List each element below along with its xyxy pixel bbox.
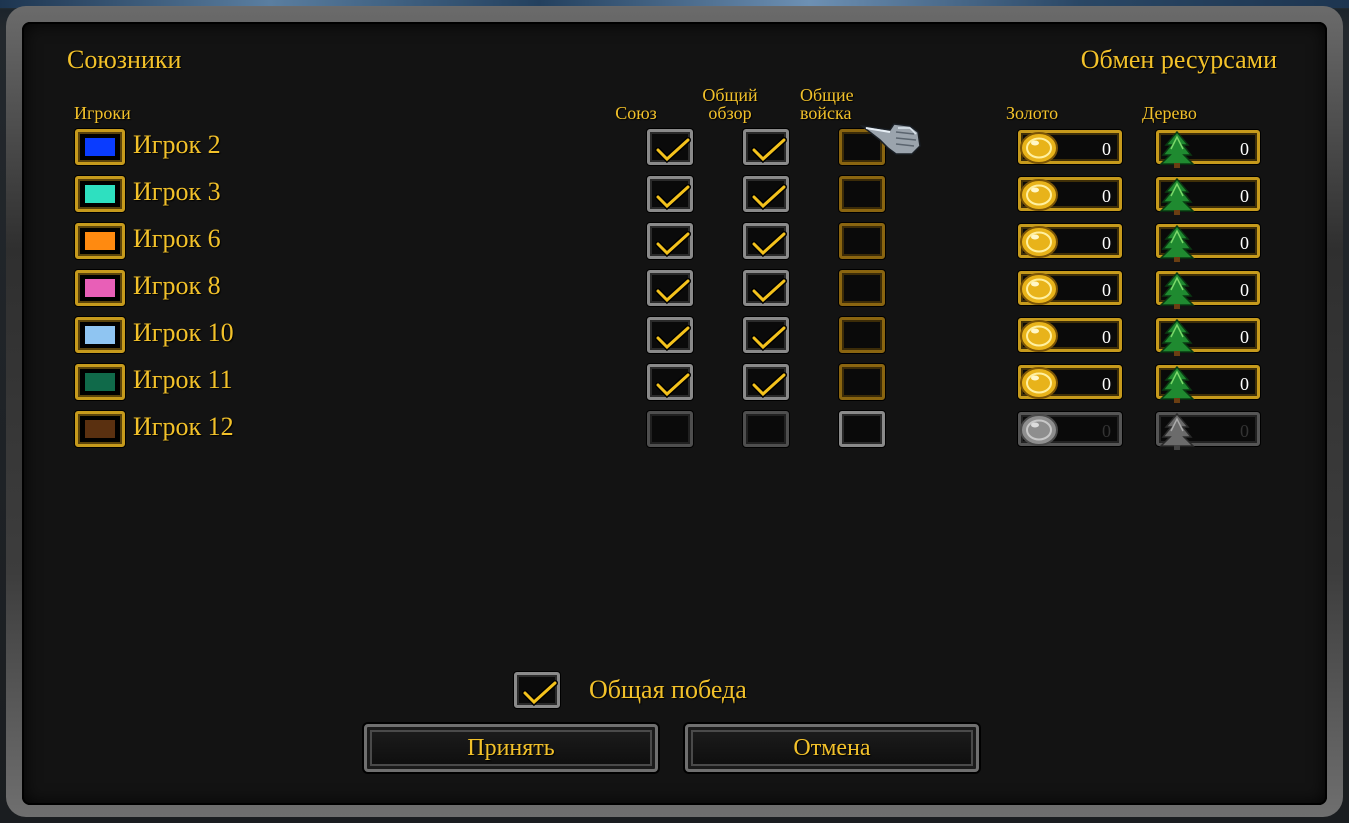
gold-amount-field[interactable]: 0 — [1018, 177, 1122, 211]
gold-amount-value: 0 — [1102, 421, 1111, 441]
gold-amount-field[interactable]: 0 — [1018, 130, 1122, 164]
player-color-fill — [85, 279, 115, 297]
lumber-amount-field: 0 — [1156, 412, 1260, 450]
alliance-checkbox[interactable] — [647, 270, 693, 306]
shared-units-header-line1: Общие — [800, 85, 854, 105]
shared-units-checkbox[interactable] — [839, 364, 885, 400]
gold-amount-field: 0 — [1018, 412, 1122, 446]
shared-victory-checkbox[interactable] — [514, 672, 560, 708]
tree-icon — [1157, 270, 1197, 315]
player-color-swatch — [75, 364, 125, 400]
player-name: Игрок 2 — [133, 130, 221, 159]
gold-amount-value: 0 — [1102, 280, 1111, 300]
lumber-amount-field[interactable]: 0 — [1156, 130, 1260, 168]
player-name: Игрок 12 — [133, 412, 234, 441]
player-name: Игрок 10 — [133, 318, 234, 347]
gold-amount-value: 0 — [1102, 139, 1111, 159]
player-color-fill — [85, 326, 115, 344]
player-name: Игрок 8 — [133, 271, 221, 300]
tree-icon — [1157, 364, 1197, 409]
allies-title: Союзники — [67, 45, 182, 74]
gold-coin-icon — [1019, 176, 1059, 219]
lumber-amount-value: 0 — [1240, 327, 1249, 347]
shared-vision-checkbox[interactable] — [743, 176, 789, 212]
player-color-fill — [85, 138, 115, 156]
lumber-amount-field[interactable]: 0 — [1156, 224, 1260, 262]
shared-vision-checkbox[interactable] — [743, 270, 789, 306]
tree-icon — [1157, 317, 1197, 362]
shared-units-checkbox[interactable] — [839, 176, 885, 212]
lumber-amount-value: 0 — [1240, 139, 1249, 159]
alliance-checkbox[interactable] — [647, 176, 693, 212]
lumber-amount-field[interactable]: 0 — [1156, 365, 1260, 403]
player-color-fill — [85, 232, 115, 250]
shared-vision-checkbox[interactable] — [743, 223, 789, 259]
lumber-amount-value: 0 — [1240, 374, 1249, 394]
player-name: Игрок 6 — [133, 224, 221, 253]
gold-header: Золото — [1006, 103, 1059, 123]
gold-amount-value: 0 — [1102, 374, 1111, 394]
lumber-amount-value: 0 — [1240, 280, 1249, 300]
gold-coin-icon — [1019, 364, 1059, 407]
shared-victory-label: Общая победа — [589, 675, 747, 704]
alliance-checkbox[interactable] — [647, 129, 693, 165]
lumber-amount-value: 0 — [1240, 186, 1249, 206]
gold-amount-field[interactable]: 0 — [1018, 318, 1122, 352]
shared-vision-checkbox[interactable] — [743, 129, 789, 165]
resource-exchange-title: Обмен ресурсами — [1080, 45, 1277, 74]
alliance-header: Союз — [615, 103, 657, 123]
tree-icon — [1157, 411, 1197, 456]
player-color-swatch — [75, 223, 125, 259]
gold-coin-icon — [1019, 270, 1059, 313]
players-header: Игроки — [74, 103, 131, 123]
player-color-swatch — [75, 129, 125, 165]
alliance-checkbox[interactable] — [647, 317, 693, 353]
alliance-checkbox[interactable] — [647, 411, 693, 447]
lumber-amount-value: 0 — [1240, 233, 1249, 253]
lumber-header: Дерево — [1142, 103, 1197, 123]
tree-icon — [1157, 223, 1197, 268]
cancel-button[interactable]: Отмена — [685, 724, 979, 772]
player-color-swatch — [75, 176, 125, 212]
shared-vision-checkbox[interactable] — [743, 364, 789, 400]
player-color-fill — [85, 373, 115, 391]
accept-button[interactable]: Принять — [364, 724, 658, 772]
player-color-swatch — [75, 317, 125, 353]
shared-vision-header-line2: обзор — [708, 103, 752, 123]
gold-amount-field[interactable]: 0 — [1018, 365, 1122, 399]
gold-coin-icon — [1019, 411, 1059, 454]
shared-vision-header: Общий обзор — [690, 86, 770, 122]
lumber-amount-value: 0 — [1240, 421, 1249, 441]
shared-units-checkbox[interactable] — [839, 223, 885, 259]
shared-vision-checkbox[interactable] — [743, 317, 789, 353]
alliance-checkbox[interactable] — [647, 364, 693, 400]
player-name: Игрок 11 — [133, 365, 233, 394]
player-color-fill — [85, 420, 115, 438]
gold-coin-icon — [1019, 223, 1059, 266]
player-name: Игрок 3 — [133, 177, 221, 206]
gold-amount-value: 0 — [1102, 186, 1111, 206]
tree-icon — [1157, 129, 1197, 174]
tree-icon — [1157, 176, 1197, 221]
gold-amount-value: 0 — [1102, 233, 1111, 253]
shared-units-header: Общие войска — [800, 86, 876, 122]
player-color-swatch — [75, 411, 125, 447]
player-color-swatch — [75, 270, 125, 306]
alliance-checkbox[interactable] — [647, 223, 693, 259]
lumber-amount-field[interactable]: 0 — [1156, 271, 1260, 309]
shared-vision-header-line1: Общий — [702, 85, 758, 105]
gold-amount-field[interactable]: 0 — [1018, 224, 1122, 258]
shared-units-checkbox[interactable] — [839, 317, 885, 353]
gold-coin-icon — [1019, 317, 1059, 360]
player-color-fill — [85, 185, 115, 203]
shared-units-checkbox[interactable] — [839, 270, 885, 306]
gold-amount-field[interactable]: 0 — [1018, 271, 1122, 305]
gauntlet-cursor-icon — [859, 118, 924, 165]
shared-vision-checkbox[interactable] — [743, 411, 789, 447]
lumber-amount-field[interactable]: 0 — [1156, 318, 1260, 356]
gold-amount-value: 0 — [1102, 327, 1111, 347]
gold-coin-icon — [1019, 129, 1059, 172]
shared-units-checkbox[interactable] — [839, 411, 885, 447]
lumber-amount-field[interactable]: 0 — [1156, 177, 1260, 215]
